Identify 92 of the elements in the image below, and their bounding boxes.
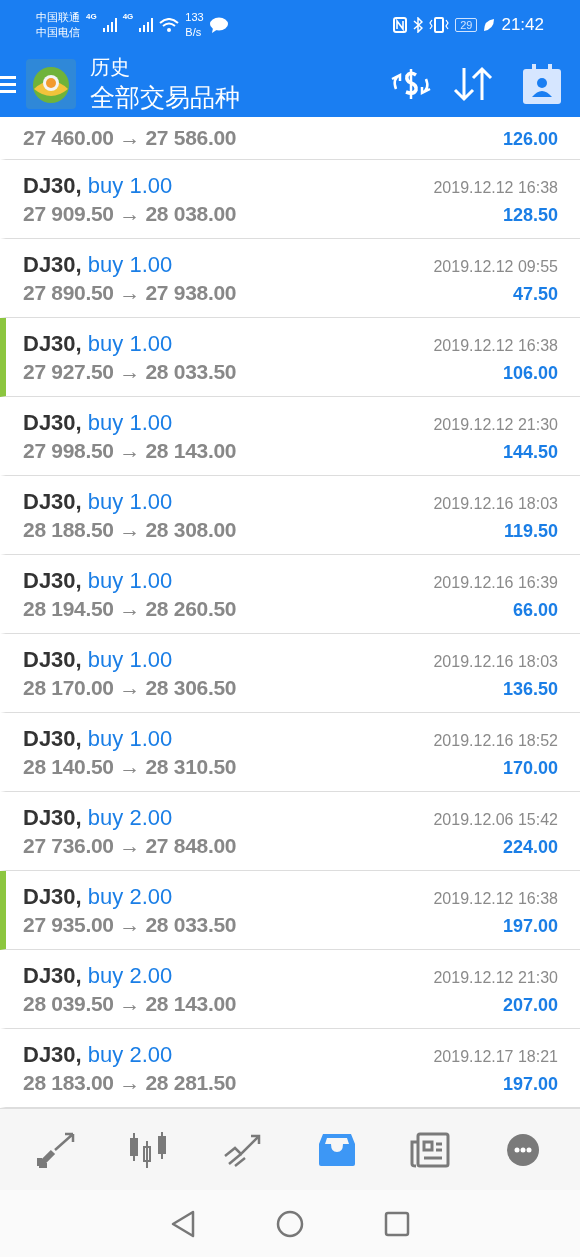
deal-title: DJ30, buy 1.00 <box>23 409 173 436</box>
deal-profit: 144.50 <box>502 441 558 463</box>
vibrate-icon <box>429 17 450 33</box>
deal-time: 2019.12.16 18:03 <box>433 652 558 671</box>
deal-profit: 126.00 <box>502 129 558 150</box>
deal-row[interactable]: DJ30, buy 2.00 2019.12.06 15:42 27 736.00 → 27 848.00 224.00 <box>0 792 580 871</box>
deal-time: 2019.12.16 18:52 <box>433 731 558 750</box>
deal-prices: 27 890.50 → 27 938.00 <box>23 280 237 305</box>
deal-row[interactable]: DJ30, buy 1.00 2019.12.16 18:03 28 188.50 → 28 308.00 119.50 <box>0 476 580 555</box>
deal-title: DJ30, buy 1.00 <box>23 646 173 673</box>
deal-title: DJ30, buy 1.00 <box>23 725 173 752</box>
deal-time: 2019.12.12 21:30 <box>433 968 558 987</box>
deal-profit: 136.50 <box>502 678 558 700</box>
deal-prices: 28 039.50 → 28 143.00 <box>23 991 237 1016</box>
deal-row[interactable]: DJ30, buy 1.00 2019.12.16 16:39 28 194.50 → 28 260.50 66.00 <box>0 555 580 634</box>
deal-time: 2019.12.12 16:38 <box>433 336 558 355</box>
deal-profit: 224.00 <box>502 836 558 858</box>
newspaper-icon <box>409 1131 450 1168</box>
clock: 21:42 <box>501 15 544 35</box>
speed-unit: B/s <box>185 25 203 40</box>
signal-icon <box>102 18 117 32</box>
deal-row[interactable]: DJ30, buy 1.00 2019.12.12 16:38 27 909.50 → 28 038.00 128.50 <box>0 160 580 239</box>
deal-prices: 27 736.00 → 27 848.00 <box>23 833 237 858</box>
deal-profit: 66.00 <box>512 599 558 621</box>
deal-title: DJ30, buy 1.00 <box>23 251 173 278</box>
deal-profit: 128.50 <box>502 204 558 226</box>
deal-title: DJ30, buy 1.00 <box>23 330 173 357</box>
battery-level: 29 <box>455 18 478 32</box>
deal-time: 2019.12.12 09:55 <box>433 257 558 276</box>
recents-button[interactable] <box>384 1210 410 1237</box>
deal-prices: 27 909.50 → 28 038.00 <box>23 201 237 226</box>
nfc-icon <box>393 17 408 33</box>
message-icon <box>209 17 228 33</box>
deal-profit: 197.00 <box>502 915 558 937</box>
speed-value: 133 <box>185 10 204 25</box>
network-type: 4G <box>86 12 97 21</box>
network-type: 4G <box>122 12 134 21</box>
signal-icon <box>139 18 154 32</box>
deal-title: DJ30, buy 2.00 <box>23 804 173 831</box>
deal-row[interactable]: DJ30, buy 2.00 2019.12.12 21:30 28 039.50 → 28 143.00 207.00 <box>0 950 580 1029</box>
deal-prices: 28 194.50 → 28 260.50 <box>23 596 237 621</box>
home-button[interactable] <box>276 1209 304 1238</box>
deal-title: DJ30, buy 1.00 <box>23 567 173 594</box>
deal-time: 2019.12.12 16:38 <box>433 889 558 908</box>
contact-calendar-icon[interactable] <box>523 63 561 104</box>
inbox-icon <box>316 1131 357 1168</box>
deal-profit: 119.50 <box>503 520 558 542</box>
deal-prices: 28 183.00 → 28 281.50 <box>23 1070 237 1095</box>
deal-profit: 207.00 <box>502 994 558 1016</box>
bluetooth-icon <box>413 17 424 33</box>
deal-title: DJ30, buy 1.00 <box>23 172 173 199</box>
deal-prices: 28 188.50 → 28 308.00 <box>23 517 237 542</box>
deal-title: DJ30, buy 1.00 <box>23 488 173 515</box>
currency-exchange-icon[interactable] <box>390 66 432 101</box>
screen-subtitle: 全部交易品种 <box>90 81 240 113</box>
deal-profit: 106.00 <box>502 362 558 384</box>
diagonal-arrows-icon <box>36 1131 77 1168</box>
deal-prices: 27 998.50 → 28 143.00 <box>23 438 237 463</box>
deal-row[interactable]: DJ30, buy 1.00 2019.12.12 16:38 27 927.50 → 28 033.50 106.00 <box>0 318 580 397</box>
deal-title: DJ30, buy 2.00 <box>23 883 173 910</box>
sort-icon[interactable] <box>452 65 494 102</box>
deal-row[interactable]: DJ30, buy 2.00 2019.12.12 16:38 27 935.00 → 28 033.50 197.00 <box>0 871 580 950</box>
deal-time: 2019.12.12 21:30 <box>433 415 558 434</box>
deal-time: 2019.12.17 18:21 <box>433 1047 558 1066</box>
deal-prices: 27 927.50 → 28 033.50 <box>23 359 237 384</box>
deal-title: DJ30, buy 2.00 <box>23 1041 173 1068</box>
deal-row[interactable]: DJ30, buy 1.00 2019.12.16 18:03 28 170.00 → 28 306.50 136.50 <box>0 634 580 713</box>
chat-icon <box>505 1131 542 1168</box>
deal-profit: 197.00 <box>502 1073 558 1095</box>
deal-time: 2019.12.16 18:03 <box>433 494 558 513</box>
deal-time: 2019.12.12 16:38 <box>433 178 558 197</box>
wifi-icon <box>159 17 180 33</box>
deal-profit: 170.00 <box>502 757 558 779</box>
back-button[interactable] <box>170 1209 196 1238</box>
deal-row[interactable]: DJ30, buy 1.00 2019.12.12 21:30 27 998.50 → 28 143.00 144.50 <box>0 397 580 476</box>
deal-profit: 47.50 <box>512 283 558 305</box>
deal-row[interactable]: 27 460.00 → 27 586.00 126.00 <box>0 117 580 160</box>
deal-time: 2019.12.16 16:39 <box>433 573 558 592</box>
deal-prices: 27 460.00 → 27 586.00 <box>23 126 237 150</box>
deal-row[interactable]: DJ30, buy 1.00 2019.12.12 09:55 27 890.50 → 27 938.00 47.50 <box>0 239 580 318</box>
deal-title: DJ30, buy 2.00 <box>23 962 173 989</box>
app-logo-icon <box>26 58 76 109</box>
deal-row[interactable]: DJ30, buy 1.00 2019.12.16 18:52 28 140.50 → 28 310.50 170.00 <box>0 713 580 792</box>
menu-icon[interactable] <box>0 73 16 94</box>
deal-prices: 27 935.00 → 28 033.50 <box>23 912 237 937</box>
carrier-name: 中国联通 <box>36 10 80 25</box>
deal-prices: 28 140.50 → 28 310.50 <box>23 754 237 779</box>
deal-time: 2019.12.06 15:42 <box>433 810 558 829</box>
deal-prices: 28 170.00 → 28 306.50 <box>23 675 237 700</box>
carrier-name: 中国电信 <box>36 25 80 40</box>
leaf-icon <box>483 18 496 32</box>
screen-title: 历史 <box>90 54 131 80</box>
